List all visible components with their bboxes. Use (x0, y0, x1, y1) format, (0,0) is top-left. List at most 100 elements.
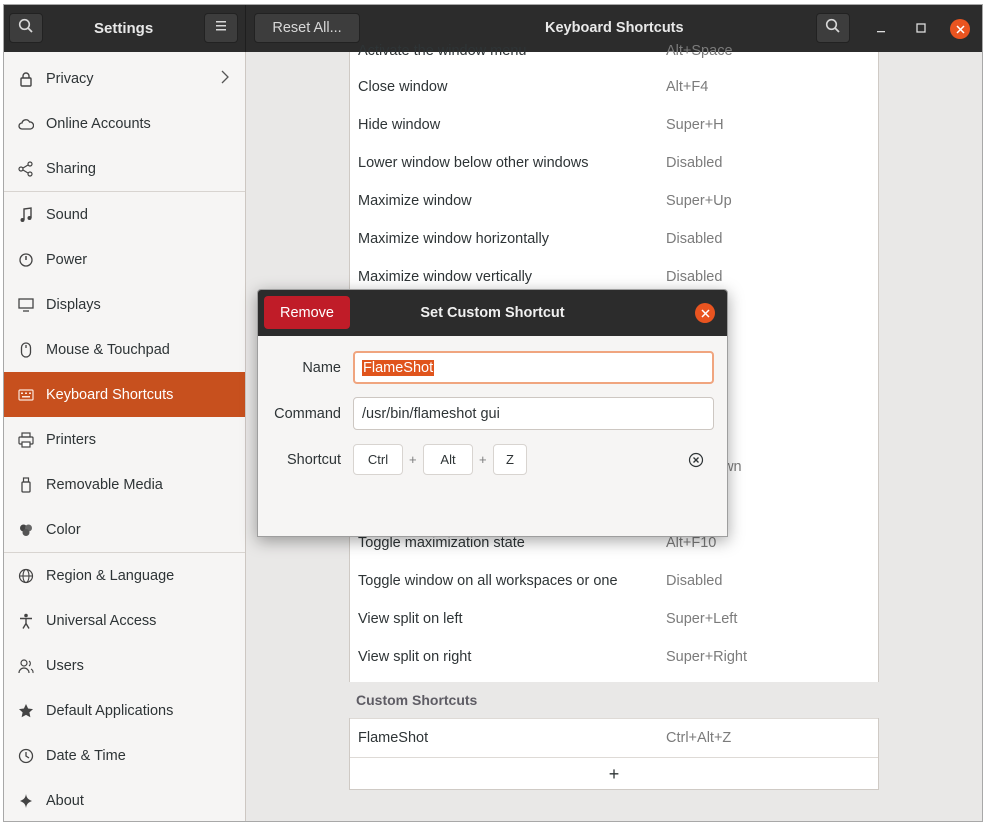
sidebar-item-region-language[interactable]: Region & Language (4, 553, 245, 598)
sidebar-item-label: Sharing (46, 160, 96, 177)
dialog-header: Set Custom Shortcut Remove (258, 290, 727, 336)
sidebar-item-label: Color (46, 521, 81, 538)
display-icon (18, 297, 34, 313)
shortcut-name: Maximize window (358, 193, 472, 209)
keyboard-icon (18, 387, 34, 403)
command-field[interactable]: /usr/bin/flameshot gui (353, 397, 714, 430)
shortcut-name: Hide window (358, 117, 441, 133)
maximize-button[interactable] (911, 19, 931, 39)
menu-button[interactable] (204, 13, 238, 43)
shortcut-row[interactable]: View split on left Super+Left (350, 600, 878, 638)
key-plus: + (409, 452, 417, 467)
app-title: Settings (94, 20, 154, 37)
globe-icon (18, 568, 34, 584)
search-button[interactable] (9, 13, 43, 43)
sidebar-item-sound[interactable]: Sound (4, 192, 245, 237)
usb-drive-icon (18, 476, 34, 493)
sidebar-item-power[interactable]: Power (4, 237, 245, 282)
sidebar-item-label: Sound (46, 206, 88, 223)
shortcut-name: Toggle maximization state (358, 535, 525, 551)
power-icon (18, 252, 34, 268)
shortcut-accel: Alt+Space (666, 43, 733, 59)
shortcut-row[interactable]: Toggle window on all workspaces or one D… (350, 562, 878, 600)
clock-icon (18, 748, 34, 764)
shortcut-row[interactable]: Lower window below other windows Disable… (350, 144, 878, 182)
sidebar-item-users[interactable]: Users (4, 643, 245, 688)
shortcut-name: View split on left (358, 611, 463, 627)
shortcut-accel: Super+H (666, 117, 724, 133)
sidebar-item-date-time[interactable]: Date & Time (4, 733, 245, 778)
shortcut-name: Maximize window vertically (358, 269, 533, 285)
maximize-icon (916, 21, 926, 37)
sidebar-item-label: Users (46, 657, 84, 674)
shortcut-accel: Disabled (666, 155, 723, 171)
sidebar-item-about[interactable]: About (4, 778, 245, 821)
shortcut-row[interactable]: Hide window Super+H (350, 106, 878, 144)
close-icon (950, 19, 970, 39)
sidebar-item-color[interactable]: Color (4, 507, 245, 552)
custom-shortcut-row[interactable]: FlameShot Ctrl+Alt+Z (350, 719, 878, 757)
sidebar-item-label: Date & Time (46, 747, 126, 764)
keycap-alt: Alt (423, 444, 473, 475)
shortcut-row[interactable]: Activate the window menu Alt+Space (350, 32, 878, 70)
sidebar-item-label: Privacy (46, 70, 94, 87)
sidebar-item-keyboard-shortcuts[interactable]: Keyboard Shortcuts (4, 372, 245, 417)
users-icon (18, 658, 34, 674)
share-icon (18, 160, 34, 177)
name-label: Name (302, 360, 341, 376)
music-note-icon (18, 206, 34, 223)
shortcut-accel: Super+Right (666, 649, 748, 665)
clear-shortcut-button[interactable] (688, 452, 704, 468)
sidebar-item-privacy[interactable]: Privacy (4, 56, 245, 101)
sidebar-item-default-applications[interactable]: Default Applications (4, 688, 245, 733)
shortcut-accel: Disabled (666, 269, 723, 285)
sidebar-item-mouse-touchpad[interactable]: Mouse & Touchpad (4, 327, 245, 372)
shortcut-row[interactable]: Maximize window horizontally Disabled (350, 220, 878, 258)
accessibility-icon (18, 613, 34, 629)
shortcut-accel: Alt+F4 (666, 79, 709, 95)
sidebar: Privacy Online Accounts Sharing Sound Po… (4, 52, 246, 821)
command-label: Command (274, 406, 341, 422)
keycap-ctrl: Ctrl (353, 444, 403, 475)
sidebar-item-universal-access[interactable]: Universal Access (4, 598, 245, 643)
sparkle-icon (18, 793, 34, 809)
remove-button[interactable]: Remove (264, 296, 350, 329)
shortcut-name: FlameShot (358, 730, 429, 746)
set-custom-shortcut-dialog: Set Custom Shortcut Remove Name FlameSho… (257, 289, 728, 537)
star-icon (18, 703, 34, 719)
hamburger-icon (214, 20, 228, 36)
shortcut-name: Maximize window horizontally (358, 231, 549, 247)
shortcut-name: Lower window below other windows (358, 155, 589, 171)
shortcut-accel: Alt+F10 (666, 535, 717, 551)
sidebar-item-label: Region & Language (46, 567, 175, 584)
reset-all-button[interactable]: Reset All... (254, 13, 360, 43)
sidebar-item-label: Online Accounts (46, 115, 151, 132)
key-plus: + (479, 452, 487, 467)
sidebar-item-removable-media[interactable]: Removable Media (4, 462, 245, 507)
add-shortcut-button[interactable]: + (350, 758, 878, 790)
sidebar-item-label: Default Applications (46, 702, 174, 719)
sidebar-item-displays[interactable]: Displays (4, 282, 245, 327)
mouse-icon (18, 341, 34, 358)
shortcut-name: Toggle window on all workspaces or one (358, 573, 618, 589)
sidebar-item-label: Printers (46, 431, 96, 448)
shortcut-row[interactable]: Close window Alt+F4 (350, 68, 878, 106)
shortcut-accel: Disabled (666, 231, 723, 247)
clear-circle-icon (688, 452, 704, 472)
sidebar-item-sharing[interactable]: Sharing (4, 146, 245, 191)
shortcut-row[interactable]: Maximize window Super+Up (350, 182, 878, 220)
lock-icon (18, 71, 34, 87)
shortcut-row[interactable]: View split on right Super+Right (350, 638, 878, 676)
dialog-close-button[interactable] (695, 303, 715, 323)
sidebar-item-online-accounts[interactable]: Online Accounts (4, 101, 245, 146)
close-window-button[interactable] (950, 19, 970, 39)
sidebar-item-label: Universal Access (46, 612, 157, 629)
printer-icon (18, 431, 34, 448)
name-field-value: FlameShot (362, 359, 435, 376)
shortcut-accel: Ctrl+Alt+Z (666, 730, 732, 746)
name-field[interactable]: FlameShot (353, 351, 714, 384)
cloud-icon (18, 116, 34, 132)
color-icon (18, 522, 34, 538)
sidebar-item-label: Displays (46, 296, 101, 313)
sidebar-item-printers[interactable]: Printers (4, 417, 245, 462)
